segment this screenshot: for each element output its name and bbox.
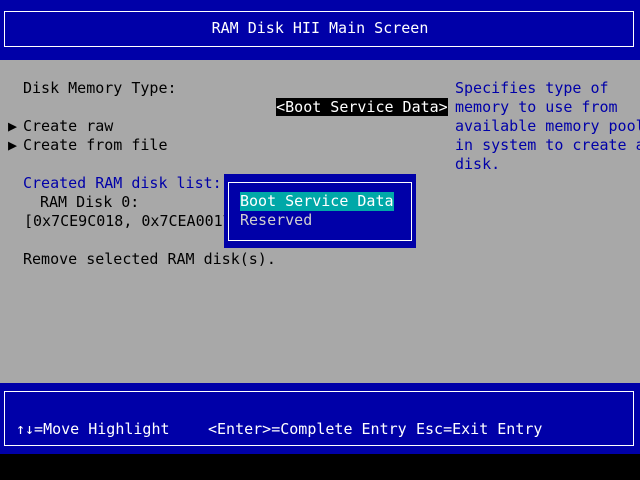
popup-option-reserved[interactable]: Reserved	[240, 211, 312, 230]
help-line: available memory pool	[455, 117, 640, 135]
created-list-label: Created RAM disk list:	[23, 174, 222, 192]
help-line: disk.	[455, 155, 501, 173]
help-line: memory to use from	[455, 98, 618, 116]
title-bar: RAM Disk HII Main Screen	[0, 0, 640, 60]
complete-entry-hint: <Enter>=Complete Entry	[208, 420, 407, 438]
create-from-file-label: Create from file	[23, 136, 168, 154]
page-title: RAM Disk HII Main Screen	[211, 19, 429, 37]
memory-type-label: Disk Memory Type:	[23, 79, 177, 97]
popup-option-boot-service-data[interactable]: Boot Service Data	[240, 192, 394, 211]
create-raw-label: Create raw	[23, 117, 114, 135]
footer-bar: ↑↓=Move Highlight <Enter>=Complete Entry…	[0, 383, 640, 454]
help-line: in system to create a	[455, 136, 640, 154]
memory-type-selector[interactable]: <Boot Service Data>	[240, 79, 448, 136]
memory-type-popup: Boot Service Data Reserved	[224, 174, 416, 248]
help-line: Specifies type of	[455, 79, 609, 97]
move-highlight-hint: ↑↓=Move Highlight	[16, 420, 170, 438]
exit-entry-hint: Esc=Exit Entry	[416, 420, 543, 438]
create-from-file-item[interactable]: ▶ Create from file	[8, 136, 168, 155]
ram-disk-0-label: RAM Disk 0:	[40, 193, 140, 211]
remove-selected-action[interactable]: Remove selected RAM disk(s).	[23, 250, 276, 269]
create-raw-item[interactable]: ▶ Create raw	[8, 117, 113, 136]
submenu-arrow-icon: ▶	[8, 117, 18, 135]
ram-disk-0-checkbox[interactable]: [0x7CE9C018, 0x7CEA0017]	[24, 212, 241, 231]
memory-type-value[interactable]: <Boot Service Data>	[276, 98, 448, 116]
submenu-arrow-icon: ▶	[8, 136, 18, 154]
